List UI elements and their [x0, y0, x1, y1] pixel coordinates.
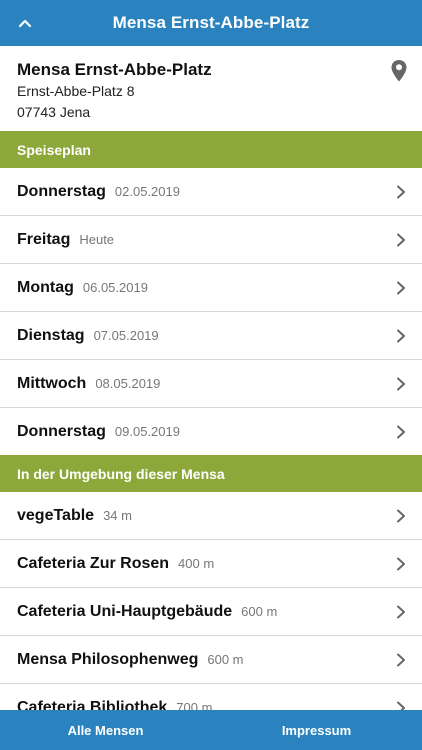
- chevron-right-icon: [397, 329, 405, 343]
- nearby-section-header: In der Umgebung dieser Mensa: [0, 455, 422, 492]
- menu-section-header: Speiseplan: [0, 131, 422, 168]
- day-date: 06.05.2019: [82, 280, 148, 295]
- chevron-up-icon[interactable]: [14, 12, 36, 34]
- mensa-info-card: Mensa Ernst-Abbe-Platz Ernst-Abbe-Platz …: [0, 46, 422, 131]
- tab-imprint[interactable]: Impressum: [211, 710, 422, 750]
- tab-all-mensas[interactable]: Alle Mensen: [0, 710, 211, 750]
- day-name: Montag: [17, 278, 74, 296]
- mensa-row-name: Cafeteria Uni-Hauptgebäude: [17, 602, 233, 620]
- day-date: 08.05.2019: [95, 376, 161, 391]
- bottom-tab-bar: Alle Mensen Impressum: [0, 710, 422, 750]
- mensa-city: 07743 Jena: [17, 104, 91, 120]
- chevron-right-icon: [397, 377, 405, 391]
- top-bar: Mensa Ernst-Abbe-Platz: [0, 0, 422, 46]
- mensa-name: Mensa Ernst-Abbe-Platz: [17, 60, 212, 79]
- day-date: 02.05.2019: [114, 184, 180, 199]
- day-name: Donnerstag: [17, 422, 106, 440]
- mensa-distance: 34 m: [103, 508, 132, 523]
- menu-day-row[interactable]: Dienstag 07.05.2019: [0, 312, 422, 360]
- day-name: Dienstag: [17, 326, 85, 344]
- mensa-row-name: Cafeteria Zur Rosen: [17, 554, 170, 572]
- day-name: Mittwoch: [17, 374, 87, 392]
- mensa-distance: 400 m: [178, 556, 215, 571]
- menu-day-row[interactable]: Montag 06.05.2019: [0, 264, 422, 312]
- day-name: Freitag: [17, 230, 71, 248]
- chevron-right-icon: [397, 233, 405, 247]
- menu-day-row[interactable]: Donnerstag 02.05.2019: [0, 168, 422, 216]
- chevron-right-icon: [397, 185, 405, 199]
- day-date: 09.05.2019: [114, 424, 180, 439]
- menu-day-row[interactable]: Freitag Heute: [0, 216, 422, 264]
- location-pin-icon[interactable]: [390, 59, 408, 83]
- nearby-mensa-row[interactable]: vegeTable 34 m: [0, 492, 422, 540]
- page-title: Mensa Ernst-Abbe-Platz: [112, 13, 310, 32]
- day-date: 07.05.2019: [93, 328, 159, 343]
- mensa-distance: 600 m: [207, 652, 244, 667]
- day-date: Heute: [79, 232, 115, 247]
- chevron-right-icon: [397, 425, 405, 439]
- mensa-row-name: Mensa Philosophenweg: [17, 650, 199, 668]
- menu-day-row[interactable]: Mittwoch 08.05.2019: [0, 360, 422, 408]
- mensa-row-name: vegeTable: [17, 506, 95, 524]
- nearby-mensa-row[interactable]: Mensa Philosophenweg 600 m: [0, 636, 422, 684]
- mensa-distance: 600 m: [241, 604, 278, 619]
- menu-day-row[interactable]: Donnerstag 09.05.2019: [0, 408, 422, 456]
- nearby-mensa-row[interactable]: Cafeteria Uni-Hauptgebäude 600 m: [0, 588, 422, 636]
- chevron-right-icon: [397, 557, 405, 571]
- chevron-right-icon: [397, 605, 405, 619]
- chevron-right-icon: [397, 281, 405, 295]
- chevron-right-icon: [397, 653, 405, 667]
- day-name: Donnerstag: [17, 182, 106, 200]
- mensa-street: Ernst-Abbe-Platz 8: [17, 83, 135, 99]
- nearby-mensa-row[interactable]: Cafeteria Zur Rosen 400 m: [0, 540, 422, 588]
- chevron-right-icon: [397, 509, 405, 523]
